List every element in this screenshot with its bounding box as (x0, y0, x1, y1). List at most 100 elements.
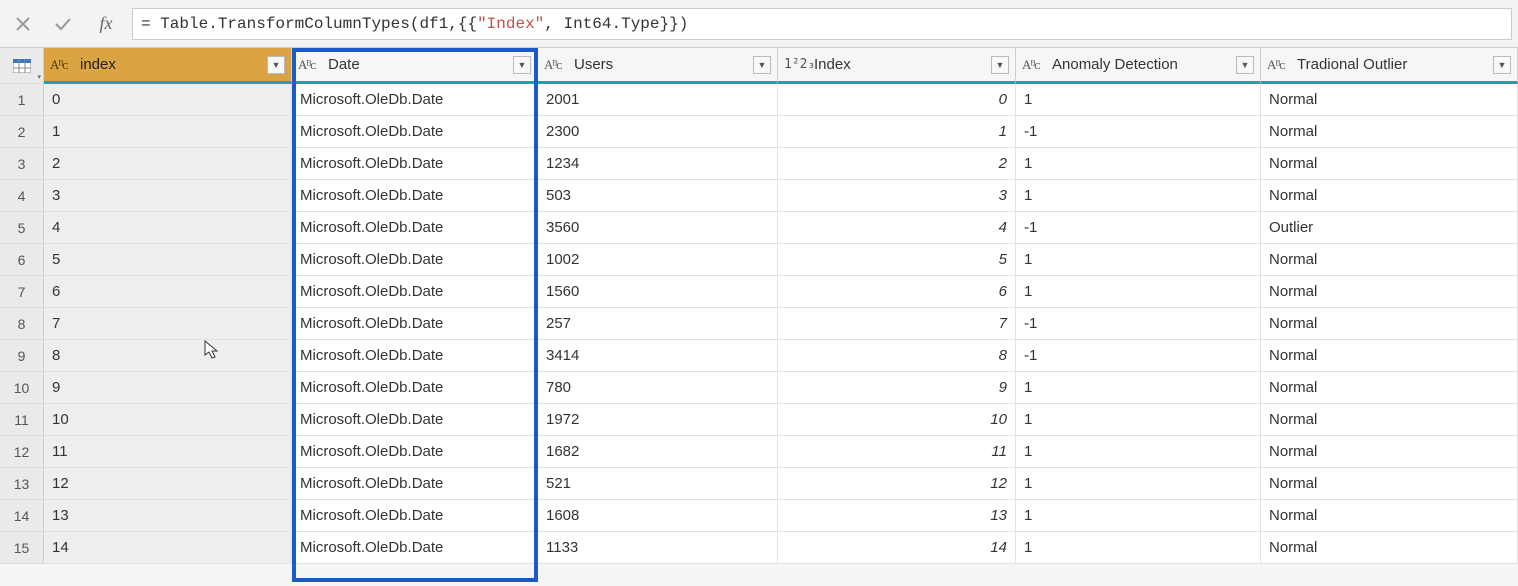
cell-users[interactable]: 1560 (538, 276, 778, 308)
column-header-index-upper[interactable]: 1²2₃ Index ▼ (778, 48, 1016, 84)
cell-indexN[interactable]: 3 (778, 180, 1016, 212)
cell-users[interactable]: 2001 (538, 84, 778, 116)
cell-anom[interactable]: 1 (1016, 468, 1261, 500)
cell-users[interactable]: 1608 (538, 500, 778, 532)
cell-date[interactable]: Microsoft.OleDb.Date (292, 404, 538, 436)
cell-anom[interactable]: 1 (1016, 436, 1261, 468)
cell-anom[interactable]: 1 (1016, 84, 1261, 116)
gutter-dropdown-icon[interactable]: ▾ (37, 73, 41, 81)
confirm-icon[interactable] (46, 9, 80, 39)
cell-indexL[interactable]: 8 (44, 340, 292, 372)
cell-users[interactable]: 1972 (538, 404, 778, 436)
cell-indexN[interactable]: 1 (778, 116, 1016, 148)
row-number[interactable]: 6 (0, 244, 44, 276)
table-row[interactable]: 1312Microsoft.OleDb.Date521121Normal (0, 468, 1518, 500)
cell-indexL[interactable]: 3 (44, 180, 292, 212)
column-header-anomaly[interactable]: Aᴮᴄ Anomaly Detection ▼ (1016, 48, 1261, 84)
cell-anom[interactable]: 1 (1016, 148, 1261, 180)
column-header-traditional[interactable]: Aᴮᴄ Tradional Outlier ▼ (1261, 48, 1518, 84)
cell-indexL[interactable]: 0 (44, 84, 292, 116)
cell-users[interactable]: 521 (538, 468, 778, 500)
cell-trad[interactable]: Normal (1261, 84, 1518, 116)
cell-anom[interactable]: -1 (1016, 116, 1261, 148)
column-header-date[interactable]: Aᴮᴄ Date ▼ (292, 48, 538, 84)
cell-indexL[interactable]: 11 (44, 436, 292, 468)
row-number[interactable]: 5 (0, 212, 44, 244)
cell-indexL[interactable]: 6 (44, 276, 292, 308)
cell-trad[interactable]: Normal (1261, 372, 1518, 404)
cell-anom[interactable]: 1 (1016, 532, 1261, 564)
row-number[interactable]: 8 (0, 308, 44, 340)
cell-indexN[interactable]: 8 (778, 340, 1016, 372)
cell-users[interactable]: 3414 (538, 340, 778, 372)
fx-icon[interactable]: fx (86, 13, 126, 34)
table-row[interactable]: 1413Microsoft.OleDb.Date1608131Normal (0, 500, 1518, 532)
cell-indexL[interactable]: 10 (44, 404, 292, 436)
cell-indexN[interactable]: 5 (778, 244, 1016, 276)
cell-indexL[interactable]: 1 (44, 116, 292, 148)
row-number[interactable]: 10 (0, 372, 44, 404)
cell-date[interactable]: Microsoft.OleDb.Date (292, 212, 538, 244)
cell-indexN[interactable]: 11 (778, 436, 1016, 468)
cell-date[interactable]: Microsoft.OleDb.Date (292, 436, 538, 468)
cell-anom[interactable]: -1 (1016, 308, 1261, 340)
cell-anom[interactable]: 1 (1016, 276, 1261, 308)
cell-indexN[interactable]: 4 (778, 212, 1016, 244)
cell-date[interactable]: Microsoft.OleDb.Date (292, 468, 538, 500)
row-number[interactable]: 12 (0, 436, 44, 468)
cell-trad[interactable]: Normal (1261, 276, 1518, 308)
cell-users[interactable]: 2300 (538, 116, 778, 148)
table-row[interactable]: 76Microsoft.OleDb.Date156061Normal (0, 276, 1518, 308)
cell-indexN[interactable]: 6 (778, 276, 1016, 308)
formula-input[interactable]: = Table.TransformColumnTypes(df1,{{"Inde… (132, 8, 1512, 40)
filter-dropdown-icon[interactable]: ▼ (513, 56, 531, 74)
row-number[interactable]: 14 (0, 500, 44, 532)
cell-indexN[interactable]: 9 (778, 372, 1016, 404)
table-row[interactable]: 98Microsoft.OleDb.Date34148-1Normal (0, 340, 1518, 372)
table-row[interactable]: 65Microsoft.OleDb.Date100251Normal (0, 244, 1518, 276)
cell-date[interactable]: Microsoft.OleDb.Date (292, 244, 538, 276)
column-header-index-lower[interactable]: Aᴮᴄ index ▼ (44, 48, 292, 84)
cell-anom[interactable]: -1 (1016, 340, 1261, 372)
filter-dropdown-icon[interactable]: ▼ (1493, 56, 1511, 74)
cell-trad[interactable]: Normal (1261, 340, 1518, 372)
cell-users[interactable]: 3560 (538, 212, 778, 244)
cell-trad[interactable]: Normal (1261, 404, 1518, 436)
row-number[interactable]: 7 (0, 276, 44, 308)
cell-indexL[interactable]: 13 (44, 500, 292, 532)
table-row[interactable]: 32Microsoft.OleDb.Date123421Normal (0, 148, 1518, 180)
row-number[interactable]: 15 (0, 532, 44, 564)
cell-users[interactable]: 1682 (538, 436, 778, 468)
cell-indexN[interactable]: 0 (778, 84, 1016, 116)
table-row[interactable]: 87Microsoft.OleDb.Date2577-1Normal (0, 308, 1518, 340)
table-row[interactable]: 21Microsoft.OleDb.Date23001-1Normal (0, 116, 1518, 148)
cell-indexN[interactable]: 14 (778, 532, 1016, 564)
row-number[interactable]: 13 (0, 468, 44, 500)
cell-date[interactable]: Microsoft.OleDb.Date (292, 500, 538, 532)
cell-date[interactable]: Microsoft.OleDb.Date (292, 308, 538, 340)
cell-trad[interactable]: Normal (1261, 500, 1518, 532)
cancel-icon[interactable] (6, 9, 40, 39)
filter-dropdown-icon[interactable]: ▼ (753, 56, 771, 74)
cell-trad[interactable]: Normal (1261, 532, 1518, 564)
cell-anom[interactable]: 1 (1016, 404, 1261, 436)
cell-indexL[interactable]: 7 (44, 308, 292, 340)
cell-date[interactable]: Microsoft.OleDb.Date (292, 372, 538, 404)
cell-indexL[interactable]: 12 (44, 468, 292, 500)
cell-indexL[interactable]: 4 (44, 212, 292, 244)
cell-trad[interactable]: Normal (1261, 116, 1518, 148)
table-row[interactable]: 54Microsoft.OleDb.Date35604-1Outlier (0, 212, 1518, 244)
table-row[interactable]: 1514Microsoft.OleDb.Date1133141Normal (0, 532, 1518, 564)
cell-indexL[interactable]: 14 (44, 532, 292, 564)
cell-date[interactable]: Microsoft.OleDb.Date (292, 84, 538, 116)
cell-anom[interactable]: 1 (1016, 180, 1261, 212)
cell-indexN[interactable]: 13 (778, 500, 1016, 532)
row-number[interactable]: 1 (0, 84, 44, 116)
cell-date[interactable]: Microsoft.OleDb.Date (292, 148, 538, 180)
row-number[interactable]: 3 (0, 148, 44, 180)
table-row[interactable]: 1211Microsoft.OleDb.Date1682111Normal (0, 436, 1518, 468)
cell-trad[interactable]: Normal (1261, 180, 1518, 212)
cell-anom[interactable]: 1 (1016, 500, 1261, 532)
table-row[interactable]: 43Microsoft.OleDb.Date50331Normal (0, 180, 1518, 212)
row-number[interactable]: 4 (0, 180, 44, 212)
